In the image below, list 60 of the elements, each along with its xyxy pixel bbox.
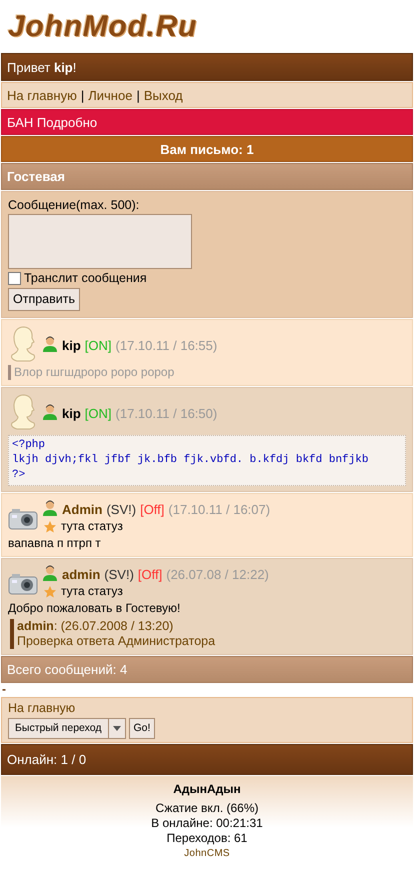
quoted-message: Влор гшгшдроро роро ророр (8, 365, 406, 380)
nav-link[interactable]: Выход (144, 88, 183, 102)
checkbox-label: Транслит сообщения (24, 271, 147, 286)
message-text: вапавпа п птрп т (8, 536, 102, 551)
online-status: [Off] (138, 567, 162, 582)
user-icon (42, 403, 58, 421)
nav-separator: | (80, 88, 84, 102)
user-status: тута статуз (61, 519, 123, 534)
post-time: (17.10.11 / 16:55) (116, 338, 218, 353)
online-status: [Off] (140, 502, 164, 517)
quick-jump-select[interactable]: Быстрый переход (8, 718, 126, 739)
person-icon (8, 393, 38, 431)
user-status: тута статуз (61, 584, 123, 599)
online-bar[interactable]: Онлайн: 1 / 0 (1, 744, 413, 775)
post-time: (17.10.11 / 16:50) (116, 406, 218, 421)
camera-icon (8, 572, 38, 596)
nav-separator: | (136, 88, 140, 102)
user-icon (42, 499, 58, 517)
reply-text: Проверка ответа Администратора (17, 634, 216, 649)
post-time: (26.07.08 / 12:22) (166, 567, 269, 582)
footer-stat: Переходов: 61 (166, 831, 248, 846)
user-rank: (SV!) (106, 502, 136, 517)
footer-title: АдынАдын (173, 782, 241, 797)
message-text: Добро пожаловать в Гостевую! (8, 601, 182, 616)
footer-stat: Сжатие вкл. (66%) (155, 801, 258, 816)
site-logo[interactable]: JohnMod.Ru (4, 6, 202, 48)
author-name[interactable]: Admin (62, 502, 102, 517)
nav-link[interactable]: Личное (88, 88, 132, 102)
translit-checkbox[interactable] (8, 272, 21, 285)
camera-icon (8, 507, 38, 531)
person-icon (8, 325, 38, 363)
caret-icon (112, 726, 121, 731)
nav-link[interactable]: На главную (7, 88, 77, 102)
section-title: Гостевая (1, 163, 413, 190)
reply-author: admin (17, 619, 54, 633)
footer-brand-link[interactable]: JohnCMS (184, 846, 230, 861)
reply-time: : (26.07.2008 / 13:20) (54, 619, 174, 633)
post-time: (17.10.11 / 16:07) (168, 502, 270, 517)
message-count-bar: Всего сообщений: 4 (1, 656, 413, 683)
star-icon (43, 585, 57, 599)
footer-stat: В онлайне: 00:21:31 (151, 816, 263, 831)
separator-mark: - (2, 682, 6, 696)
online-status: [ON] (84, 338, 112, 353)
user-rank: (SV!) (104, 567, 134, 582)
author-name[interactable]: kip (62, 406, 81, 421)
code-block: <?php lkjh djvh;fkl jfbf jk.bfb fjk.vbfd. b.kfdj bkfd bnfjkb ?> (8, 435, 406, 486)
user-icon (42, 564, 58, 582)
home-link[interactable]: На главную (8, 701, 76, 716)
user-icon (42, 335, 58, 353)
mail-notice[interactable]: Вам письмо: 1 (1, 136, 413, 162)
message-input[interactable] (8, 214, 192, 269)
star-icon (43, 520, 57, 534)
online-status: [ON] (84, 406, 112, 421)
author-name[interactable]: kip (62, 338, 81, 353)
ban-link[interactable]: БАН Подробно (1, 109, 413, 135)
go-button[interactable]: Go! (128, 718, 156, 739)
greeting-text: Привет kip! (7, 60, 76, 74)
author-name[interactable]: admin (62, 567, 100, 582)
field-label: Сообщение(max. 500): (8, 197, 140, 214)
submit-button[interactable]: Отправить (8, 288, 80, 311)
